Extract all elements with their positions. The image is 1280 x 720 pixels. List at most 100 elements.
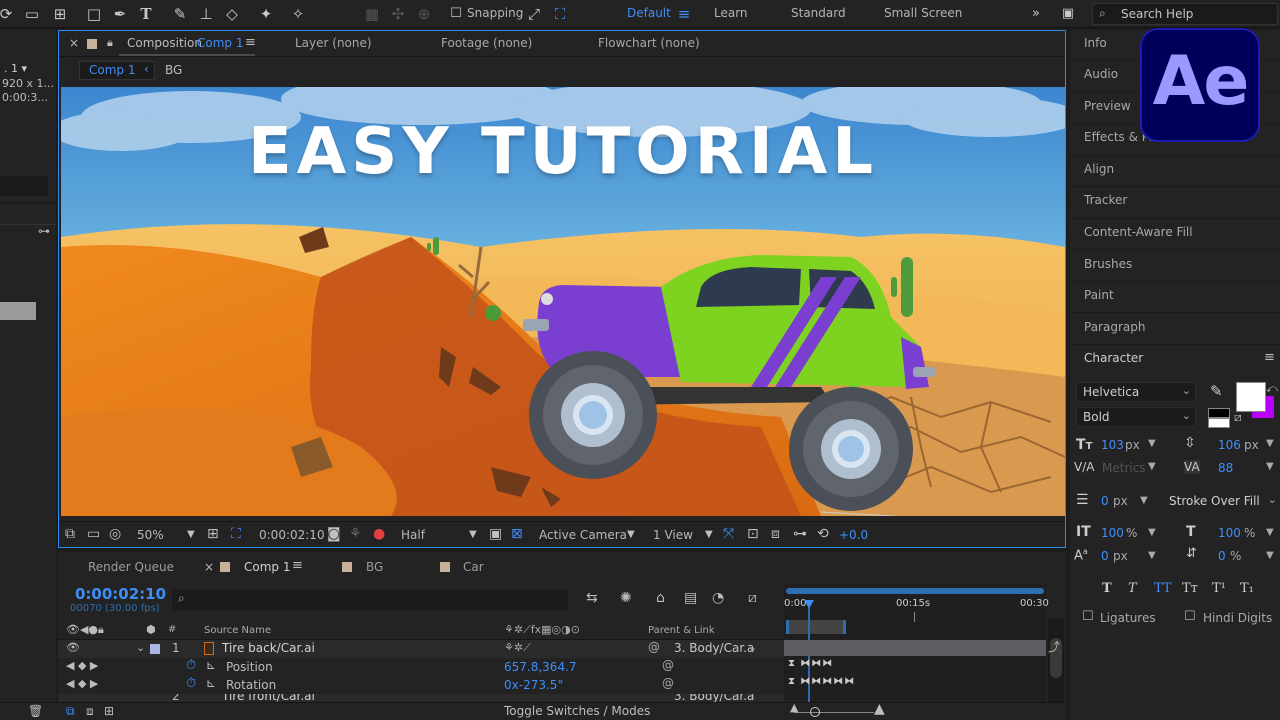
timeline-scrollbar[interactable] bbox=[1048, 618, 1064, 702]
font-style-dropdown[interactable]: Bold ⌄ bbox=[1076, 407, 1196, 427]
snapping-checkbox[interactable]: ☐ bbox=[446, 4, 466, 24]
roto-brush-tool-icon[interactable]: ✦ bbox=[256, 4, 276, 24]
subscript-button[interactable]: T₁ bbox=[1240, 581, 1254, 596]
graph-icon[interactable]: ⊾ bbox=[206, 658, 216, 672]
tab-menu-icon[interactable]: ≡ bbox=[292, 558, 303, 573]
search-help-input[interactable]: ⌕ Search Help bbox=[1092, 3, 1278, 25]
viewer-timecode[interactable]: 0:00:02:10 bbox=[259, 528, 325, 542]
chevron-down-icon[interactable]: ▼ bbox=[1148, 550, 1156, 561]
panel-tracker[interactable]: Tracker bbox=[1084, 193, 1127, 207]
shy-layers-icon[interactable]: ⌂ bbox=[656, 590, 665, 606]
font-family-dropdown[interactable]: Helvetica ⌄ bbox=[1076, 382, 1196, 402]
close-tab-icon[interactable]: × bbox=[69, 36, 79, 50]
always-preview-icon[interactable]: ⧉ bbox=[65, 526, 75, 542]
layer-name[interactable]: Tire back/Car.ai bbox=[222, 641, 315, 655]
footage-tab[interactable]: Footage (none) bbox=[441, 36, 532, 50]
stopwatch-icon[interactable]: ⏱︎ bbox=[186, 658, 196, 673]
panel-content-aware-fill[interactable]: Content-Aware Fill bbox=[1084, 225, 1193, 239]
visibility-eye-icon[interactable]: 👁︎ bbox=[66, 641, 80, 654]
stroke-width-value[interactable]: 0 bbox=[1101, 494, 1109, 508]
panel-preview[interactable]: Preview bbox=[1084, 99, 1131, 113]
panel-audio[interactable]: Audio bbox=[1084, 67, 1118, 81]
type-tool-icon[interactable]: T bbox=[136, 4, 156, 24]
layer-row[interactable]: 2 Tire front/Car.ai 3. Body/Car.a bbox=[58, 694, 788, 702]
rectangle-tool-icon[interactable]: □ bbox=[84, 4, 104, 24]
vertical-scale-value[interactable]: 100 bbox=[1101, 526, 1124, 540]
chevron-down-icon[interactable]: ▼ bbox=[1148, 527, 1156, 538]
composition-tab-name[interactable]: Comp 1 bbox=[197, 36, 243, 50]
expand-chevron-icon[interactable]: ⌄ bbox=[136, 641, 145, 654]
position-value[interactable]: 657.8,364.7 bbox=[504, 660, 577, 674]
eraser-tool-icon[interactable]: ◇ bbox=[222, 4, 242, 24]
faux-italic-button[interactable]: T bbox=[1128, 581, 1137, 596]
chevron-down-icon[interactable]: ▼ bbox=[1266, 527, 1274, 538]
breadcrumb-bg[interactable]: BG bbox=[165, 63, 182, 77]
expression-pick-whip-icon[interactable]: @ bbox=[662, 658, 674, 672]
brush-tool-icon[interactable]: ✎ bbox=[170, 4, 190, 24]
project-item-selected[interactable] bbox=[0, 302, 36, 320]
lock-icon[interactable]: 🔒︎ bbox=[107, 36, 113, 50]
snap-grid-icon[interactable]: ⛶ bbox=[550, 4, 570, 24]
workspace-default[interactable]: Default bbox=[627, 6, 671, 20]
playhead-handle[interactable] bbox=[804, 600, 814, 608]
tab-car[interactable]: Car bbox=[463, 560, 484, 574]
resolution-dropdown[interactable]: Half bbox=[401, 528, 425, 542]
layer-search-input[interactable]: ⌕ bbox=[172, 590, 568, 610]
hindi-digits-checkbox[interactable]: ☐ bbox=[1184, 609, 1196, 624]
layer-switches-icons[interactable]: ⚘✲⟋ bbox=[504, 641, 531, 655]
composition-canvas[interactable]: EASY TUTORIAL bbox=[61, 87, 1065, 516]
panel-brushes[interactable]: Brushes bbox=[1084, 257, 1132, 271]
panel-menu-icon[interactable]: ≡ bbox=[1264, 350, 1275, 365]
workspace-learn[interactable]: Learn bbox=[714, 6, 748, 20]
zoom-in-icon[interactable]: ▲ bbox=[874, 701, 885, 717]
baseline-shift-value[interactable]: 0 bbox=[1101, 549, 1109, 563]
reset-exposure-icon[interactable]: ⟲ bbox=[817, 526, 829, 542]
chevron-down-icon[interactable]: ▼ bbox=[1140, 495, 1148, 506]
pan-behind-tool-icon[interactable]: ⊞ bbox=[50, 4, 70, 24]
no-color-icon[interactable]: ⧄ bbox=[1234, 410, 1242, 425]
panel-paint[interactable]: Paint bbox=[1084, 288, 1114, 302]
chevron-down-icon[interactable]: ▼ bbox=[187, 529, 195, 540]
parent-link-header[interactable]: Parent & Link bbox=[648, 625, 715, 636]
tab-comp1[interactable]: Comp 1 bbox=[244, 560, 290, 574]
tab-bg[interactable]: BG bbox=[366, 560, 383, 574]
tab-menu-icon[interactable]: ≡ bbox=[245, 35, 256, 50]
comp-mini-flowchart-icon[interactable]: ⇆ bbox=[586, 590, 598, 606]
show-snapshot-icon[interactable]: ⚘ bbox=[349, 526, 362, 542]
transparency-grid-icon[interactable]: ⊠ bbox=[511, 526, 523, 542]
toggle-switches-modes[interactable]: Toggle Switches / Modes bbox=[504, 704, 650, 718]
white-swatch[interactable] bbox=[1208, 418, 1230, 428]
vr-icon[interactable]: ◎ bbox=[109, 526, 121, 542]
region-of-interest-icon[interactable]: ▣ bbox=[489, 526, 502, 542]
chevron-down-icon[interactable]: ▼ bbox=[1266, 550, 1274, 561]
monitor-icon[interactable]: ▣ bbox=[1058, 4, 1078, 24]
stroke-mode-dropdown[interactable]: Stroke Over Fill ⌄ bbox=[1162, 491, 1278, 511]
property-row-rotation[interactable]: ◀ ◆ ▶ ⏱︎ ⊾ Rotation 0x-273.5° @ bbox=[58, 676, 788, 694]
swap-colors-icon[interactable]: ⤺ bbox=[1266, 382, 1278, 396]
panel-character[interactable]: Character bbox=[1084, 351, 1143, 365]
in-out-pane-icon[interactable]: ⊞ bbox=[104, 704, 114, 718]
layer-label-color[interactable] bbox=[150, 644, 160, 654]
canvas-title-text[interactable]: EASY TUTORIAL bbox=[61, 115, 1065, 189]
fast-previews-icon[interactable]: ⊡ bbox=[747, 526, 759, 542]
camera-tool-icon[interactable]: ▭ bbox=[22, 4, 42, 24]
workspace-small-screen[interactable]: Small Screen bbox=[884, 6, 962, 20]
more-workspaces-icon[interactable]: » bbox=[1026, 4, 1046, 24]
breadcrumb-comp1[interactable]: Comp 1 ‹ bbox=[79, 61, 155, 80]
keyframe-nav-icons[interactable]: ◀ ◆ ▶ bbox=[66, 677, 98, 690]
small-caps-button[interactable]: Tт bbox=[1182, 581, 1198, 596]
align-icon[interactable]: ▦ bbox=[362, 4, 382, 24]
kerning-value[interactable]: Metrics bbox=[1102, 461, 1146, 475]
channel-icon[interactable]: ● bbox=[373, 526, 385, 542]
work-area-bar[interactable] bbox=[786, 588, 1044, 594]
puppet-pin-tool-icon[interactable]: ✧ bbox=[288, 4, 308, 24]
current-timecode[interactable]: 0:00:02:10 bbox=[75, 585, 166, 603]
zoom-slider-handle[interactable] bbox=[810, 707, 820, 717]
flowchart-icon[interactable]: ⊶ bbox=[793, 526, 807, 542]
chevron-down-icon[interactable]: ▼ bbox=[1148, 461, 1156, 472]
chevron-down-icon[interactable]: ▼ bbox=[1148, 438, 1156, 449]
graph-icon[interactable]: ⊾ bbox=[206, 676, 216, 690]
pick-whip-icon[interactable]: @ bbox=[648, 640, 660, 654]
panel-paragraph[interactable]: Paragraph bbox=[1084, 320, 1145, 334]
panel-align[interactable]: Align bbox=[1084, 162, 1114, 176]
